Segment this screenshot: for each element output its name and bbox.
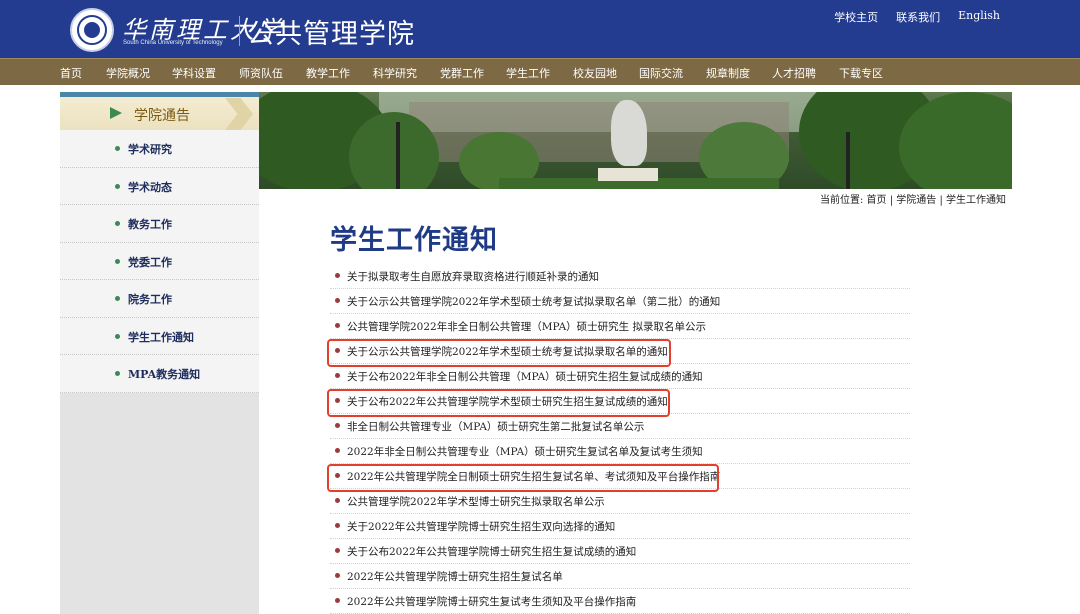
statue-plinth bbox=[598, 168, 658, 181]
bullet-dot-icon bbox=[335, 423, 340, 428]
nav-item[interactable]: 科学研究 bbox=[373, 65, 440, 81]
bullet-dot-icon bbox=[115, 371, 120, 376]
header-divider bbox=[239, 16, 240, 46]
sidebar: 学院通告 学术研究学术动态教务工作党委工作院务工作学生工作通知 MPA教务通知 bbox=[60, 92, 259, 614]
notice-item[interactable]: 关于公布2022年公共管理学院学术型硕士研究生招生复试成绩的通知 bbox=[327, 389, 910, 417]
notice-item[interactable]: 非全日制公共管理专业（MPA）硕士研究生第二批复试名单公示 bbox=[330, 414, 910, 439]
arrow-right-icon bbox=[110, 107, 122, 119]
nav-item[interactable]: 人才招聘 bbox=[772, 65, 839, 81]
bullet-dot-icon bbox=[335, 373, 340, 378]
nav-item[interactable]: 党群工作 bbox=[440, 65, 506, 81]
breadcrumb: 当前位置: 首页 | 学院通告 | 学生工作通知 bbox=[820, 195, 1007, 206]
sidebar-item-label: 院务工作 bbox=[128, 293, 172, 306]
nav-item[interactable]: 首页 bbox=[60, 65, 106, 81]
sidebar-item-label: 党委工作 bbox=[128, 255, 172, 269]
sidebar-item-label: MPA教务通知 bbox=[128, 368, 201, 381]
bullet-dot-icon bbox=[335, 323, 340, 328]
bullet-dot-icon bbox=[335, 398, 340, 403]
bullet-dot-icon bbox=[335, 298, 340, 303]
sidebar-item-label: 学术动态 bbox=[128, 180, 172, 194]
notice-item[interactable]: 关于公示公共管理学院2022年学术型硕士统考复试拟录取名单（第二批）的通知 bbox=[330, 289, 910, 314]
sidebar-item[interactable]: 学术研究 bbox=[60, 130, 259, 168]
notice-item[interactable]: 2022年公共管理学院全日制硕士研究生招生复试名单、考试须知及平台操作指南 bbox=[327, 464, 910, 492]
notice-item[interactable]: 2022年公共管理学院博士研究生招生复试名单 bbox=[330, 564, 910, 589]
bullet-dot-icon bbox=[115, 146, 120, 151]
bullet-dot-icon bbox=[335, 448, 340, 453]
site-header: 华南理工大学 South China University of Technol… bbox=[0, 0, 1080, 58]
bullet-dot-icon bbox=[335, 598, 340, 603]
sidebar-item[interactable]: 学术动态 bbox=[60, 168, 259, 205]
notice-item[interactable]: 2022年公共管理学院博士研究生复试考生须知及平台操作指南 bbox=[330, 589, 910, 614]
sidebar-item-label: 学术研究 bbox=[128, 143, 172, 156]
page-title: 学生工作通知 bbox=[330, 225, 498, 256]
notice-item[interactable]: 2022年非全日制公共管理专业（MPA）硕士研究生复试名单及复试考生须知 bbox=[330, 439, 910, 464]
sidebar-item-label: 学生工作通知 bbox=[128, 330, 194, 344]
sidebar-item[interactable]: MPA教务通知 bbox=[60, 355, 259, 393]
nav-item[interactable]: 规章制度 bbox=[706, 65, 772, 81]
notice-link[interactable]: 2022年公共管理学院全日制硕士研究生招生复试名单、考试须知及平台操作指南 bbox=[347, 469, 720, 484]
notice-link[interactable]: 关于公示公共管理学院2022年学术型硕士统考复试拟录取名单的通知 bbox=[347, 344, 668, 359]
bullet-dot-icon bbox=[335, 573, 340, 578]
notice-link[interactable]: 关于公布2022年公共管理学院学术型硕士研究生招生复试成绩的通知 bbox=[347, 394, 668, 409]
bullet-dot-icon bbox=[335, 498, 340, 503]
sidebar-item[interactable]: 党委工作 bbox=[60, 243, 259, 280]
notice-link[interactable]: 2022年公共管理学院博士研究生招生复试名单 bbox=[347, 569, 563, 584]
notice-item[interactable]: 关于2022年公共管理学院博士研究生招生双向选择的通知 bbox=[330, 514, 910, 539]
bullet-dot-icon bbox=[335, 348, 340, 353]
main-nav: 首页 学院概况 学科设置 师资队伍 教学工作 科学研究 党群工作 学生工作 校友园地 国际交流 规章… bbox=[0, 58, 1080, 85]
notice-link[interactable]: 关于公布2022年非全日制公共管理（MPA）硕士研究生招生复试成绩的通知 bbox=[347, 369, 703, 384]
notice-item[interactable]: 关于拟录取考生自愿放弃录取资格进行顺延补录的通知 bbox=[330, 264, 910, 289]
sidebar-header: 学院通告 bbox=[60, 92, 259, 130]
link-english[interactable]: English bbox=[958, 9, 1000, 25]
bullet-dot-icon bbox=[335, 548, 340, 553]
bullet-dot-icon bbox=[115, 296, 120, 301]
campus-banner-image bbox=[259, 92, 1012, 189]
statue bbox=[611, 100, 647, 166]
notice-link[interactable]: 关于公布2022年公共管理学院博士研究生招生复试成绩的通知 bbox=[347, 544, 636, 559]
notice-link[interactable]: 公共管理学院2022年学术型博士研究生拟录取名单公示 bbox=[347, 494, 605, 509]
sidebar-title: 学院通告 bbox=[134, 108, 190, 124]
notice-link[interactable]: 2022年公共管理学院博士研究生复试考生须知及平台操作指南 bbox=[347, 594, 636, 609]
nav-item[interactable]: 国际交流 bbox=[639, 65, 706, 81]
notice-link[interactable]: 2022年非全日制公共管理专业（MPA）硕士研究生复试名单及复试考生须知 bbox=[347, 444, 703, 459]
sidebar-menu: 学术研究学术动态教务工作党委工作院务工作学生工作通知 MPA教务通知 bbox=[60, 130, 259, 393]
chevron-right-icon bbox=[225, 98, 253, 130]
nav-item[interactable]: 学生工作 bbox=[506, 65, 573, 81]
university-seal-logo[interactable] bbox=[70, 8, 114, 52]
notice-link[interactable]: 关于拟录取考生自愿放弃录取资格进行顺延补录的通知 bbox=[347, 269, 599, 284]
notice-item[interactable]: 关于公示公共管理学院2022年学术型硕士统考复试拟录取名单的通知 bbox=[327, 339, 910, 367]
link-contact-us[interactable]: 联系我们 bbox=[896, 9, 940, 25]
university-name-en: South China University of Technology bbox=[123, 40, 223, 46]
notice-link[interactable]: 非全日制公共管理专业（MPA）硕士研究生第二批复试名单公示 bbox=[347, 419, 644, 434]
top-links: 学校主页 联系我们 English bbox=[834, 9, 1000, 25]
nav-item[interactable]: 校友园地 bbox=[573, 65, 639, 81]
notice-item[interactable]: 公共管理学院2022年学术型博士研究生拟录取名单公示 bbox=[330, 489, 910, 514]
notice-item[interactable]: 关于公布2022年公共管理学院博士研究生招生复试成绩的通知 bbox=[330, 539, 910, 564]
notice-item[interactable]: 公共管理学院2022年非全日制公共管理（MPA）硕士研究生 拟录取名单公示 bbox=[330, 314, 910, 339]
sidebar-item[interactable]: 院务工作 bbox=[60, 280, 259, 318]
bullet-dot-icon bbox=[115, 221, 120, 226]
school-name[interactable]: 公共管理学院 bbox=[247, 12, 415, 51]
notice-link[interactable]: 公共管理学院2022年非全日制公共管理（MPA）硕士研究生 拟录取名单公示 bbox=[347, 319, 706, 334]
nav-item[interactable]: 教学工作 bbox=[306, 65, 373, 81]
bullet-dot-icon bbox=[335, 273, 340, 278]
sidebar-item-label: 教务工作 bbox=[128, 218, 172, 231]
bullet-dot-icon bbox=[115, 183, 120, 189]
bullet-dot-icon bbox=[115, 333, 120, 339]
notice-list: 关于拟录取考生自愿放弃录取资格进行顺延补录的通知关于公示公共管理学院2022年学… bbox=[327, 264, 910, 614]
sidebar-item[interactable]: 教务工作 bbox=[60, 205, 259, 243]
bullet-dot-icon bbox=[115, 258, 120, 264]
bullet-dot-icon bbox=[335, 473, 340, 478]
notice-item[interactable]: 关于公布2022年非全日制公共管理（MPA）硕士研究生招生复试成绩的通知 bbox=[330, 364, 910, 389]
nav-item[interactable]: 师资队伍 bbox=[239, 65, 306, 81]
notice-link[interactable]: 关于2022年公共管理学院博士研究生招生双向选择的通知 bbox=[347, 519, 615, 534]
nav-item[interactable]: 学院概况 bbox=[106, 65, 172, 81]
nav-item[interactable]: 学科设置 bbox=[172, 65, 239, 81]
nav-item[interactable]: 下载专区 bbox=[839, 65, 899, 81]
notice-link[interactable]: 关于公示公共管理学院2022年学术型硕士统考复试拟录取名单（第二批）的通知 bbox=[347, 294, 720, 309]
bullet-dot-icon bbox=[335, 523, 340, 528]
link-school-home[interactable]: 学校主页 bbox=[834, 9, 878, 25]
sidebar-item[interactable]: 学生工作通知 bbox=[60, 318, 259, 355]
